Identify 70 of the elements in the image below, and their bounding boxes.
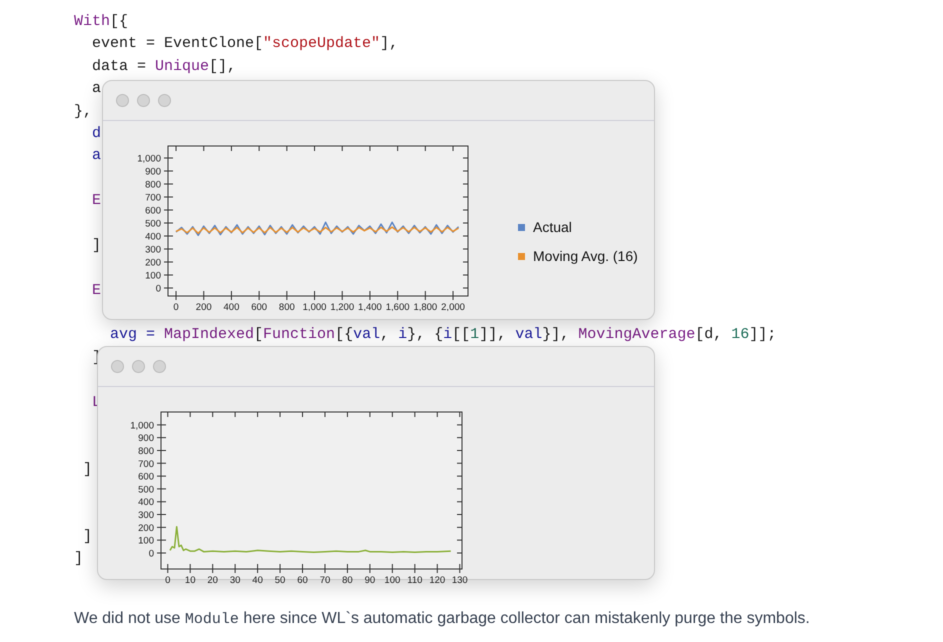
tick-label: 1,600 [386, 302, 410, 311]
code-line: ] [82, 460, 92, 478]
window-control[interactable] [158, 94, 171, 107]
tick-label: 100 [384, 575, 400, 586]
paragraph: We did not use Module here since WL`s automatic garbage collector can mistakenly purge the symbols. [74, 609, 810, 630]
tick-label: 30 [230, 575, 240, 586]
tick-label: 90 [364, 575, 376, 586]
tick-label: 800 [138, 446, 154, 457]
tick-label: 500 [145, 218, 161, 230]
tick-label: 0 [156, 283, 161, 294]
window-control[interactable] [116, 94, 129, 107]
tick-label: 700 [138, 458, 154, 470]
tick-label: 200 [145, 257, 161, 268]
tick-label: 300 [138, 510, 154, 522]
code-line: a [91, 147, 102, 164]
tick-label: 110 [407, 575, 422, 586]
tick-label: 800 [278, 302, 295, 311]
code-line: d [91, 124, 102, 142]
code-line: event = EventClone["scopeUpdate"], [91, 35, 398, 52]
code-line: }, [74, 102, 92, 120]
tick-label: 2,000 [441, 302, 465, 311]
tick-label: 0 [148, 548, 154, 560]
tick-label: 600 [251, 302, 268, 311]
code-line: With[{ [74, 13, 128, 30]
tick-label: 130 [452, 575, 468, 586]
code-line: E [91, 192, 102, 210]
tick-label: 700 [145, 192, 161, 204]
tick-label: 200 [196, 302, 212, 311]
tick-label: 0 [165, 575, 170, 586]
tick-label: 100 [145, 270, 161, 282]
tick-label: 1,800 [413, 302, 438, 311]
legend-label: Moving Avg. (16) [533, 247, 638, 266]
tick-label: 1,000 [130, 420, 154, 432]
tick-label: 1,000 [137, 153, 161, 164]
tick-label: 70 [320, 575, 330, 586]
tick-label: 300 [145, 244, 161, 256]
tick-label: 120 [429, 575, 446, 586]
tick-label: 0 [173, 302, 179, 311]
tick-label: 800 [145, 179, 161, 190]
code-line: ] [82, 528, 92, 545]
window-control[interactable] [137, 94, 150, 107]
window-control[interactable] [132, 360, 145, 373]
tick-label: 400 [138, 497, 154, 508]
tick-label: 600 [145, 205, 161, 216]
tick-label: 400 [224, 302, 240, 311]
tick-label: 900 [145, 166, 161, 178]
tick-label: 1,400 [358, 302, 382, 311]
code-line: avg = MapIndexed[Function[{val, i}, {i[[1]], val}], MovingAverage[d, 16]]; [109, 326, 776, 344]
code-line: a [91, 80, 102, 98]
tick-label: 80 [342, 575, 353, 586]
tick-label: 600 [138, 472, 154, 483]
tick-label: 50 [274, 575, 286, 586]
code-line: ] [74, 550, 84, 568]
tick-label: 1,000 [302, 302, 326, 311]
tick-label: 20 [207, 575, 218, 586]
tick-label: 1,200 [330, 302, 354, 311]
legend-label: Actual [533, 218, 572, 237]
tick-label: 200 [138, 522, 154, 534]
tick-label: 60 [297, 575, 308, 586]
tick-label: 500 [138, 484, 154, 496]
tick-label: 400 [145, 231, 161, 242]
window-control[interactable] [153, 360, 166, 373]
window-control[interactable] [111, 360, 124, 373]
tick-label: 100 [138, 536, 154, 547]
tick-label: 40 [252, 575, 263, 586]
code-line: data = Unique[], [91, 58, 236, 75]
tick-label: 900 [138, 433, 154, 444]
code-line: ] [91, 236, 102, 254]
code-line: E [91, 282, 102, 299]
tick-label: 10 [184, 575, 196, 586]
